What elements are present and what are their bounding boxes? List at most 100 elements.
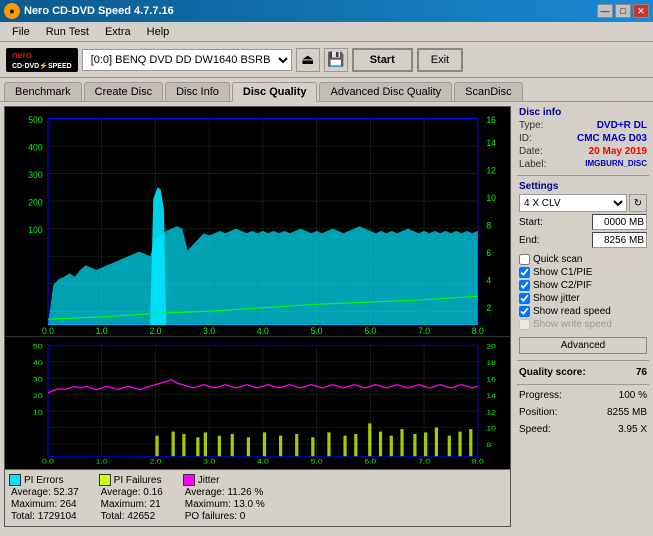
legend-pi-errors: PI Errors Average: 52.37 Maximum: 264 To… (9, 474, 79, 522)
advanced-button[interactable]: Advanced (519, 337, 647, 354)
svg-text:200: 200 (28, 197, 42, 207)
pi-failures-color (99, 474, 111, 486)
svg-text:8.0: 8.0 (472, 458, 484, 466)
svg-text:12: 12 (486, 165, 496, 175)
pi-errors-max: Maximum: 264 (9, 499, 79, 510)
svg-text:4: 4 (486, 275, 491, 285)
speed-row: 4 X CLV ↻ (517, 193, 649, 213)
exit-button[interactable]: Exit (417, 48, 463, 72)
refresh-icon[interactable]: ↻ (629, 194, 647, 212)
settings-section: Settings 4 X CLV ↻ Start: End: (517, 180, 649, 249)
pi-failures-chart: 50 40 30 20 10 20 18 16 14 12 10 8 0.0 1… (5, 337, 510, 469)
checkboxes-section: Quick scan Show C1/PIE Show C2/PIF Show … (517, 253, 649, 331)
svg-text:5.0: 5.0 (311, 326, 323, 336)
svg-text:6: 6 (486, 248, 491, 258)
save-icon[interactable]: 💾 (324, 48, 348, 72)
svg-text:2.0: 2.0 (149, 326, 161, 336)
pi-errors-color (9, 474, 21, 486)
show-read-speed-row: Show read speed (517, 305, 649, 318)
legend-pi-failures: PI Failures Average: 0.16 Maximum: 21 To… (99, 474, 163, 522)
quick-scan-checkbox[interactable] (519, 254, 530, 265)
disc-date-row: Date: 20 May 2019 (517, 145, 649, 158)
jitter-max: Maximum: 13.0 % (183, 499, 265, 510)
tab-disc-quality[interactable]: Disc Quality (232, 82, 318, 102)
minimize-button[interactable]: — (597, 4, 613, 18)
disc-label-row: Label: IMGBURN_DISC (517, 158, 649, 171)
show-jitter-checkbox[interactable] (519, 293, 530, 304)
start-field[interactable] (592, 214, 647, 230)
svg-text:14: 14 (486, 138, 496, 148)
legend-jitter: Jitter Average: 11.26 % Maximum: 13.0 % … (183, 474, 265, 522)
quick-scan-row: Quick scan (517, 253, 649, 266)
show-c1pie-row: Show C1/PIE (517, 266, 649, 279)
svg-text:7.0: 7.0 (418, 458, 430, 466)
menu-help[interactable]: Help (139, 24, 178, 40)
right-panel: Disc info Type: DVD+R DL ID: CMC MAG D03… (513, 102, 653, 531)
svg-text:8: 8 (486, 220, 491, 230)
tab-disc-info[interactable]: Disc Info (165, 82, 230, 101)
speed-select[interactable]: 4 X CLV (519, 194, 627, 212)
quality-score-row: Quality score: 76 (517, 365, 649, 380)
drive-select[interactable]: [0:0] BENQ DVD DD DW1640 BSRB (82, 49, 292, 71)
svg-text:40: 40 (33, 359, 43, 367)
svg-text:8.0: 8.0 (472, 326, 484, 336)
maximize-button[interactable]: □ (615, 4, 631, 18)
svg-text:3.0: 3.0 (203, 458, 215, 466)
menu-run-test[interactable]: Run Test (38, 24, 97, 40)
svg-text:5.0: 5.0 (311, 458, 323, 466)
window-title: Nero CD-DVD Speed 4.7.7.16 (24, 5, 174, 17)
svg-text:50: 50 (33, 343, 43, 351)
chart-legend: PI Errors Average: 52.37 Maximum: 264 To… (5, 469, 510, 526)
svg-text:2.0: 2.0 (149, 458, 161, 466)
end-row: End: (517, 231, 649, 249)
svg-text:10: 10 (486, 193, 496, 203)
end-field[interactable] (592, 232, 647, 248)
svg-text:20: 20 (486, 343, 496, 351)
svg-text:14: 14 (486, 392, 496, 400)
settings-label: Settings (517, 180, 649, 193)
position-row: Position: 8255 MB (517, 406, 649, 419)
pi-errors-total: Total: 1729104 (9, 511, 79, 522)
show-jitter-row: Show jitter (517, 292, 649, 305)
svg-text:12: 12 (486, 409, 496, 417)
pi-errors-avg: Average: 52.37 (9, 487, 79, 498)
close-button[interactable]: ✕ (633, 4, 649, 18)
pi-errors-label: PI Errors (24, 475, 63, 486)
menu-extra[interactable]: Extra (97, 24, 139, 40)
svg-text:30: 30 (33, 376, 43, 384)
svg-text:1.0: 1.0 (96, 326, 108, 336)
tab-bar: Benchmark Create Disc Disc Info Disc Qua… (0, 78, 653, 101)
svg-text:0.0: 0.0 (42, 326, 54, 336)
svg-text:10: 10 (486, 425, 496, 433)
tab-create-disc[interactable]: Create Disc (84, 82, 163, 101)
menu-file[interactable]: File (4, 24, 38, 40)
show-c1pie-checkbox[interactable] (519, 267, 530, 278)
pi-failures-avg: Average: 0.16 (99, 487, 163, 498)
svg-text:8: 8 (486, 442, 491, 450)
disc-id-row: ID: CMC MAG D03 (517, 132, 649, 145)
show-c2pif-checkbox[interactable] (519, 280, 530, 291)
svg-text:100: 100 (28, 225, 42, 235)
pi-failures-total: Total: 42652 (99, 511, 163, 522)
jitter-avg: Average: 11.26 % (183, 487, 265, 498)
po-failures: PO failures: 0 (183, 511, 265, 522)
svg-text:16: 16 (486, 115, 496, 125)
svg-text:300: 300 (28, 170, 42, 180)
svg-text:1.0: 1.0 (96, 458, 108, 466)
app-icon: ● (4, 3, 20, 19)
svg-text:18: 18 (486, 359, 496, 367)
svg-text:16: 16 (486, 376, 496, 384)
show-write-speed-row: Show write speed (517, 318, 649, 331)
tab-benchmark[interactable]: Benchmark (4, 82, 82, 101)
eject-icon[interactable]: ⏏ (296, 48, 320, 72)
progress-row: Progress: 100 % (517, 389, 649, 402)
tab-scandisc[interactable]: ScanDisc (454, 82, 522, 101)
jitter-color (183, 474, 195, 486)
speed-row-result: Speed: 3.95 X (517, 423, 649, 436)
svg-text:4.0: 4.0 (257, 458, 269, 466)
tab-advanced-disc-quality[interactable]: Advanced Disc Quality (319, 82, 452, 101)
show-read-speed-checkbox[interactable] (519, 306, 530, 317)
svg-text:500: 500 (28, 115, 42, 125)
disc-info-label: Disc info (517, 106, 649, 119)
start-button[interactable]: Start (352, 48, 413, 72)
